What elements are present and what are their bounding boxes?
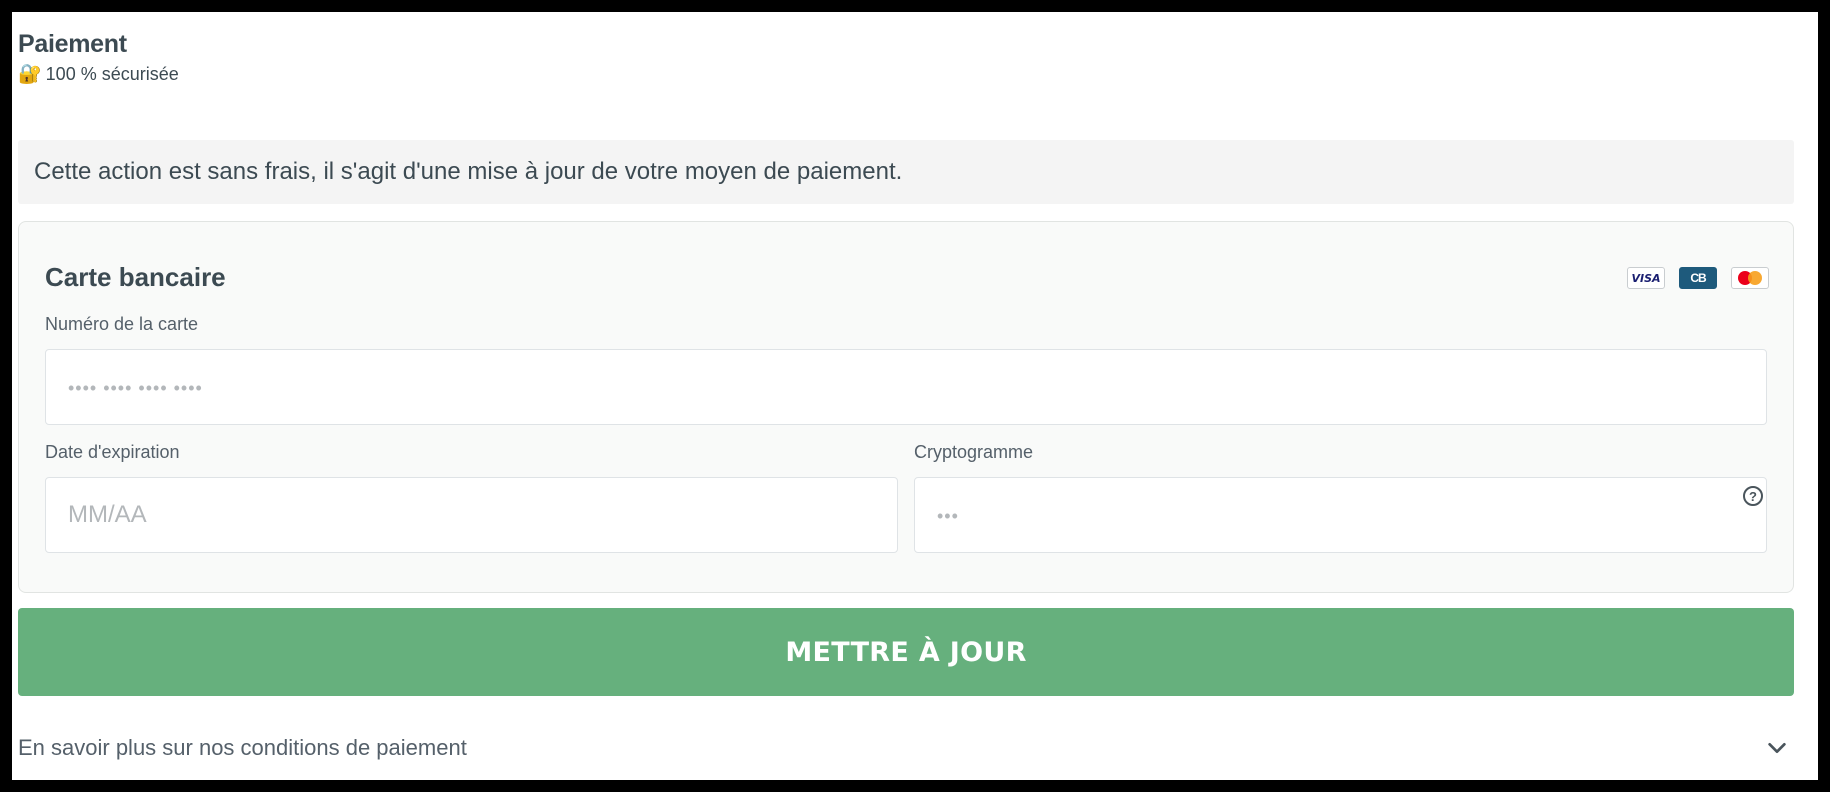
card-form: Carte bancaire VISA CB Numéro de la cart… (18, 221, 1794, 593)
mastercard-icon (1731, 267, 1769, 289)
cb-label: CB (1690, 271, 1706, 285)
payment-conditions-toggle[interactable]: En savoir plus sur nos conditions de pai… (18, 728, 1794, 768)
payment-panel: Paiement 🔐 100 % sécurisée Cette action … (12, 12, 1818, 780)
card-brands: VISA CB (1627, 267, 1769, 289)
secure-badge: 🔐 100 % sécurisée (18, 64, 179, 85)
visa-icon: VISA (1627, 267, 1665, 289)
info-notice: Cette action est sans frais, il s'agit d… (18, 140, 1794, 204)
cvc-label: Cryptogramme (914, 442, 1034, 462)
help-icon[interactable]: ? (1743, 486, 1763, 506)
payment-conditions-label: En savoir plus sur nos conditions de pai… (18, 735, 467, 760)
visa-label: VISA (1631, 271, 1661, 285)
cvc-input[interactable] (914, 477, 1767, 553)
notice-text: Cette action est sans frais, il s'agit d… (34, 158, 903, 185)
page-title: Paiement (18, 30, 127, 58)
expiry-label: Date d'expiration (45, 442, 180, 462)
card-number-input[interactable] (45, 349, 1767, 425)
card-number-label: Numéro de la carte (45, 314, 199, 334)
card-title: Carte bancaire (45, 262, 226, 292)
cb-icon: CB (1679, 267, 1717, 289)
chevron-down-icon (1768, 742, 1786, 754)
lock-icon: 🔐 (18, 64, 42, 85)
expiry-input[interactable] (45, 477, 898, 553)
update-button[interactable]: METTRE À JOUR (18, 608, 1794, 696)
secure-text: 100 % sécurisée (45, 64, 179, 84)
